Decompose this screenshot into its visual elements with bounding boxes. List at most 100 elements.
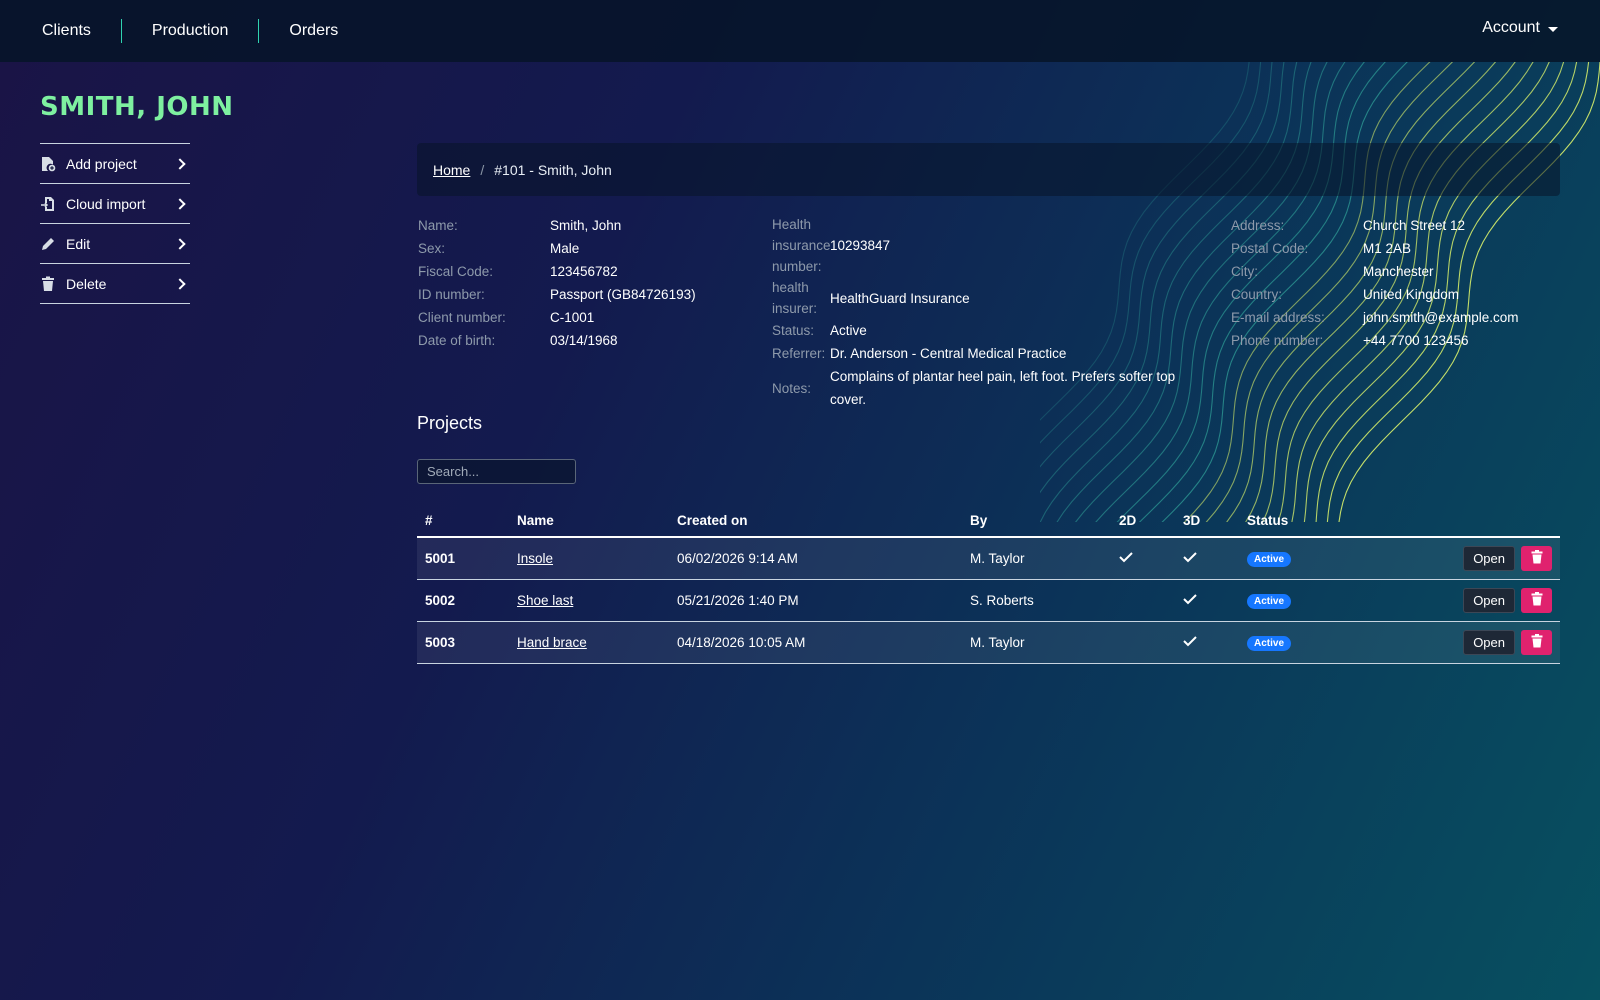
- delete-project-button[interactable]: [1521, 629, 1552, 655]
- info-label: Phone number:: [1231, 333, 1324, 348]
- delete-project-button[interactable]: [1521, 545, 1552, 571]
- info-label: E-mail address:: [1231, 310, 1325, 325]
- info-value: Male: [550, 241, 580, 256]
- table-header-row: # Name Created on By 2D 3D Status: [417, 504, 1560, 538]
- check-icon: [1183, 593, 1197, 608]
- column-header-name: Name: [509, 504, 669, 538]
- trash-icon: [1531, 549, 1543, 567]
- info-row-address: Address: Church Street 12: [1231, 214, 1519, 237]
- project-created-on: 06/02/2026 9:14 AM: [669, 537, 962, 580]
- project-actions: Open: [1359, 621, 1560, 664]
- chevron-right-icon: [174, 277, 186, 290]
- nav-clients[interactable]: Clients: [12, 19, 121, 43]
- info-value: Dr. Anderson - Central Medical Practice: [830, 346, 1067, 361]
- column-header-status: Status: [1239, 504, 1359, 538]
- info-value: 03/14/1968: [550, 333, 618, 348]
- trash-icon: [40, 276, 66, 292]
- delete-project-button[interactable]: [1521, 587, 1552, 613]
- nav-production[interactable]: Production: [122, 19, 259, 43]
- file-add-icon: [40, 156, 66, 172]
- info-value: +44 7700 123456: [1363, 333, 1469, 348]
- info-label: Status:: [772, 323, 815, 338]
- info-value: United Kingdom: [1363, 287, 1460, 302]
- project-3d-cell: [1175, 537, 1239, 580]
- info-value: 123456782: [550, 264, 618, 279]
- cloud-import-icon: [40, 196, 66, 212]
- info-label: Postal Code:: [1231, 241, 1309, 256]
- info-row-referrer: Referrer: Dr. Anderson - Central Medical …: [772, 342, 1212, 365]
- nav-orders[interactable]: Orders: [259, 19, 368, 43]
- info-row-id-number: ID number: Passport (GB84726193): [418, 283, 696, 306]
- column-header-created-on: Created on: [669, 504, 962, 538]
- breadcrumb-current: #101 - Smith, John: [494, 161, 612, 178]
- project-name-link[interactable]: Hand brace: [517, 635, 587, 650]
- status-badge: Active: [1247, 635, 1292, 651]
- breadcrumb: Home / #101 - Smith, John: [417, 143, 1560, 196]
- info-label: health insurer:: [772, 280, 818, 316]
- info-value: Active: [830, 323, 867, 338]
- open-project-button[interactable]: Open: [1463, 545, 1515, 571]
- info-row-health-insurance-number: Health insurance number: 10293847: [772, 214, 1212, 277]
- table-row: 5001 Insole 06/02/2026 9:14 AM M. Taylor…: [417, 537, 1560, 580]
- project-2d-cell: [1111, 537, 1175, 580]
- column-header-by: By: [962, 504, 1111, 538]
- info-row-status: Status: Active: [772, 319, 1212, 342]
- project-name-link[interactable]: Shoe last: [517, 593, 573, 608]
- project-3d-cell: [1175, 621, 1239, 664]
- sidebar-item-delete[interactable]: Delete: [40, 264, 190, 304]
- project-created-by: S. Roberts: [962, 579, 1111, 622]
- status-badge: Active: [1247, 593, 1292, 609]
- sidebar-item-add-project[interactable]: Add project: [40, 144, 190, 184]
- chevron-right-icon: [174, 237, 186, 250]
- column-header-2d: 2D: [1111, 504, 1175, 538]
- chevron-right-icon: [174, 157, 186, 170]
- breadcrumb-home-link[interactable]: Home: [433, 162, 470, 178]
- client-info-insurance: Health insurance number: 10293847 health …: [772, 214, 1212, 411]
- info-value: john.smith@example.com: [1363, 310, 1519, 325]
- project-name-link[interactable]: Insole: [517, 551, 553, 566]
- open-project-button[interactable]: Open: [1463, 587, 1515, 613]
- info-label: Fiscal Code:: [418, 264, 494, 279]
- info-row-postal-code: Postal Code: M1 2AB: [1231, 237, 1519, 260]
- account-dropdown[interactable]: Account: [1482, 19, 1558, 37]
- top-navbar: Clients Production Orders Account: [0, 0, 1600, 62]
- check-icon: [1119, 551, 1133, 566]
- project-actions: Open: [1359, 537, 1560, 580]
- caret-down-icon: [1548, 26, 1558, 32]
- project-2d-cell: [1111, 579, 1175, 622]
- chevron-right-icon: [174, 197, 186, 210]
- project-3d-cell: [1175, 579, 1239, 622]
- table-row: 5002 Shoe last 05/21/2026 1:40 PM S. Rob…: [417, 579, 1560, 622]
- info-label: ID number:: [418, 287, 485, 302]
- project-actions: Open: [1359, 579, 1560, 622]
- sidebar-item-cloud-import[interactable]: Cloud import: [40, 184, 190, 224]
- sidebar-item-label: Edit: [66, 235, 91, 252]
- sidebar-item-edit[interactable]: Edit: [40, 224, 190, 264]
- info-value: Manchester: [1363, 264, 1434, 279]
- project-number: 5001: [417, 537, 509, 580]
- project-name-cell: Hand brace: [509, 621, 669, 664]
- project-created-on: 05/21/2026 1:40 PM: [669, 579, 962, 622]
- info-value: 10293847: [830, 238, 891, 253]
- open-project-button[interactable]: Open: [1463, 629, 1515, 655]
- trash-icon: [1531, 633, 1543, 651]
- project-number: 5003: [417, 621, 509, 664]
- info-value: M1 2AB: [1363, 241, 1412, 256]
- project-status-cell: Active: [1239, 537, 1359, 580]
- info-value: Complains of plantar heel pain, left foo…: [830, 369, 1176, 407]
- info-row-client-number: Client number: C-1001: [418, 306, 696, 329]
- client-title: SMITH, JOHN: [40, 92, 234, 122]
- info-label: Country:: [1231, 287, 1283, 302]
- info-row-city: City: Manchester: [1231, 260, 1519, 283]
- info-label: City:: [1231, 264, 1258, 279]
- info-label: Sex:: [418, 241, 446, 256]
- info-value: Smith, John: [550, 218, 622, 233]
- info-row-health-insurer: health insurer: HealthGuard Insurance: [772, 277, 1212, 319]
- sidebar-item-label: Cloud import: [66, 195, 146, 212]
- info-label: Notes:: [772, 380, 812, 396]
- info-row-email: E-mail address: john.smith@example.com: [1231, 306, 1519, 329]
- project-number: 5002: [417, 579, 509, 622]
- info-value: C-1001: [550, 310, 595, 325]
- project-search-input[interactable]: [417, 459, 576, 484]
- info-label: Date of birth:: [418, 333, 496, 348]
